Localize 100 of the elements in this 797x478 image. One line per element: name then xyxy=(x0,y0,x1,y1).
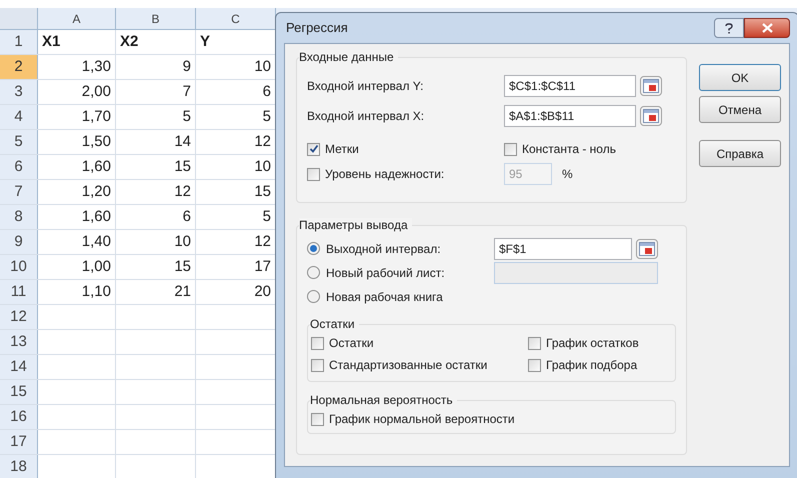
table-cell-text: 1,70 xyxy=(82,106,111,127)
table-cell-text: 17 xyxy=(254,256,271,277)
row-header[interactable]: 18 xyxy=(0,455,38,478)
checkbox[interactable] xyxy=(311,412,324,426)
group-title: Нормальная вероятность xyxy=(310,393,457,407)
checkbox[interactable] xyxy=(307,168,320,180)
field-label: Входной интервал Y: xyxy=(307,78,424,95)
group-title: Остатки xyxy=(310,317,359,331)
radio-label: Новая рабочая книга xyxy=(326,288,443,306)
checkbox-label: График остатков xyxy=(546,335,639,352)
table-cell-text: 21 xyxy=(174,282,191,302)
range-field[interactable]: $A$1:$B$11 xyxy=(504,105,636,127)
table-cell-text: 5 xyxy=(182,106,191,127)
checkbox[interactable] xyxy=(311,358,324,372)
checkbox[interactable] xyxy=(528,358,541,372)
table-cell-text: 1,50 xyxy=(82,132,111,152)
help-button[interactable] xyxy=(714,18,744,38)
table-cell-text: 1,60 xyxy=(82,206,111,227)
checkbox-label: Константа - ноль xyxy=(522,141,616,158)
table-cell-text: 5 xyxy=(262,206,271,227)
table-cell-text: 12 xyxy=(174,182,191,202)
column-header[interactable]: A xyxy=(38,8,116,29)
unit-label: % xyxy=(562,166,573,183)
range-select-icon xyxy=(639,242,655,256)
row-header[interactable]: 6 xyxy=(0,155,38,179)
checkbox-label: График нормальной вероятности xyxy=(329,411,515,428)
row-header[interactable]: 11 xyxy=(0,280,38,304)
table-cell-text: 14 xyxy=(174,132,191,152)
row-header[interactable]: 15 xyxy=(0,380,38,404)
range-picker-button[interactable] xyxy=(640,106,662,126)
range-field[interactable]: $C$1:$C$11 xyxy=(504,75,636,97)
checkbox-label: График подбора xyxy=(546,357,638,374)
row-header[interactable]: 1 xyxy=(0,30,38,54)
checkbox-label: Метки xyxy=(325,141,359,158)
output-range-field[interactable]: $F$1 xyxy=(494,238,632,260)
question-icon xyxy=(725,22,733,34)
checkbox-label: Остатки xyxy=(329,335,374,352)
row-header[interactable]: 9 xyxy=(0,230,38,254)
table-cell-text: 2,00 xyxy=(82,82,111,102)
dialog-button[interactable]: OK xyxy=(699,64,781,91)
row-header[interactable]: 8 xyxy=(0,205,38,229)
dialog-button[interactable]: Отмена xyxy=(699,96,781,123)
table-cell-text: X1 xyxy=(42,32,60,52)
table-cell-text: Y xyxy=(200,32,210,52)
group-title: Параметры вывода xyxy=(299,218,412,232)
row-header[interactable]: 14 xyxy=(0,355,38,379)
checkbox-label: Уровень надежности: xyxy=(325,166,444,183)
table-cell-text: 10 xyxy=(254,56,271,77)
table-cell-text: 7 xyxy=(182,82,191,102)
table-cell-text: 12 xyxy=(254,232,271,252)
table-cell-text: 20 xyxy=(254,282,271,302)
row-header[interactable]: 13 xyxy=(0,330,38,354)
row-header[interactable]: 10 xyxy=(0,255,38,279)
column-header[interactable]: B xyxy=(116,8,196,29)
range-select-icon xyxy=(643,109,659,123)
table-cell-text: 1,20 xyxy=(82,182,111,202)
field-label: Входной интервал X: xyxy=(307,108,426,125)
table-cell-text: 15 xyxy=(254,182,271,202)
table-cell-text: 5 xyxy=(262,106,271,127)
checkbox[interactable] xyxy=(311,336,324,350)
checkbox-label: Стандартизованные остатки xyxy=(329,357,488,374)
row-header[interactable]: 3 xyxy=(0,80,38,104)
range-picker-button[interactable] xyxy=(636,238,658,258)
table-cell-text: 6 xyxy=(182,206,191,227)
radio-button[interactable] xyxy=(307,242,320,255)
close-icon xyxy=(762,23,772,33)
table-cell-text: 12 xyxy=(254,132,271,152)
table-cell-text: 1,10 xyxy=(82,282,111,302)
sheet-name-field[interactable] xyxy=(494,262,658,284)
table-cell-text: 10 xyxy=(174,232,191,252)
row-header[interactable]: 12 xyxy=(0,305,38,329)
checkbox[interactable] xyxy=(528,336,541,350)
range-picker-button[interactable] xyxy=(640,76,662,96)
select-all-corner[interactable] xyxy=(0,8,38,29)
table-cell-text: 1,40 xyxy=(82,232,111,252)
table-cell-text: 6 xyxy=(262,82,271,102)
table-cell-text: 10 xyxy=(254,156,271,177)
table-cell-text: 1,30 xyxy=(82,56,111,77)
table-cell-text: 15 xyxy=(174,156,191,177)
row-header[interactable]: 16 xyxy=(0,405,38,429)
table-cell-text: X2 xyxy=(120,32,138,52)
table-cell-text: 1,00 xyxy=(82,256,111,277)
range-select-icon xyxy=(643,79,659,93)
checkbox[interactable] xyxy=(504,142,517,156)
table-cell-text: 1,60 xyxy=(82,156,111,177)
radio-label: Новый рабочий лист: xyxy=(326,264,445,282)
table-cell-text: 9 xyxy=(182,56,191,77)
close-button[interactable] xyxy=(744,18,790,38)
dialog-button[interactable]: Справка xyxy=(699,140,781,167)
row-header[interactable]: 17 xyxy=(0,430,38,454)
radio-button[interactable] xyxy=(307,266,320,279)
radio-button[interactable] xyxy=(307,290,320,303)
row-header[interactable]: 7 xyxy=(0,180,38,204)
row-header[interactable]: 5 xyxy=(0,130,38,154)
window-title: Регрессия xyxy=(286,19,348,38)
table-cell-text: 15 xyxy=(174,256,191,277)
row-header[interactable]: 4 xyxy=(0,105,38,129)
checkbox[interactable] xyxy=(307,142,320,156)
radio-label: Выходной интервал: xyxy=(326,240,441,258)
row-header[interactable]: 2 xyxy=(0,55,38,79)
